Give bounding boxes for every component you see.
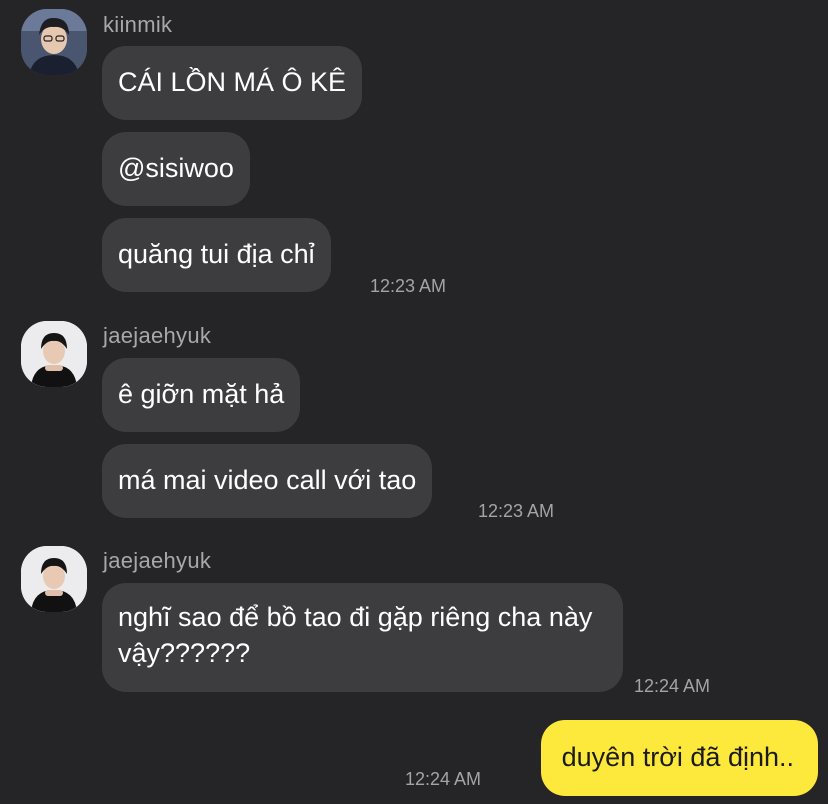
message-bubble[interactable]: nghĩ sao để bồ tao đi gặp riêng cha này …	[102, 583, 623, 692]
sender-avatar-kiinmik[interactable]	[21, 9, 87, 75]
message-bubble[interactable]: quăng tui địa chỉ	[102, 218, 331, 292]
sender-name: jaejaehyuk	[103, 548, 212, 573]
user-avatar-icon	[21, 546, 87, 612]
sender-name: jaejaehyuk	[103, 323, 212, 348]
sender-avatar-jaejaehyuk[interactable]	[21, 546, 87, 612]
message-bubble[interactable]: ê giỡn mặt hả	[102, 358, 301, 432]
message-timestamp: 12:23 AM	[478, 501, 555, 521]
user-avatar-icon	[21, 9, 87, 75]
message-bubble[interactable]: CÁI LỒN MÁ Ô KÊ	[102, 46, 363, 120]
outgoing-message-bubble[interactable]: duyên trời đã định..	[540, 720, 818, 796]
user-avatar-icon	[21, 321, 87, 387]
message-bubble[interactable]: má mai video call với tao	[102, 444, 433, 518]
message-timestamp: 12:24 AM	[405, 769, 482, 789]
sender-avatar-jaejaehyuk[interactable]	[21, 321, 87, 387]
sender-name: kiinmik	[103, 12, 173, 37]
message-timestamp: 12:24 AM	[634, 676, 711, 696]
message-bubble[interactable]: @sisiwoo	[102, 132, 250, 206]
message-timestamp: 12:23 AM	[370, 276, 447, 296]
